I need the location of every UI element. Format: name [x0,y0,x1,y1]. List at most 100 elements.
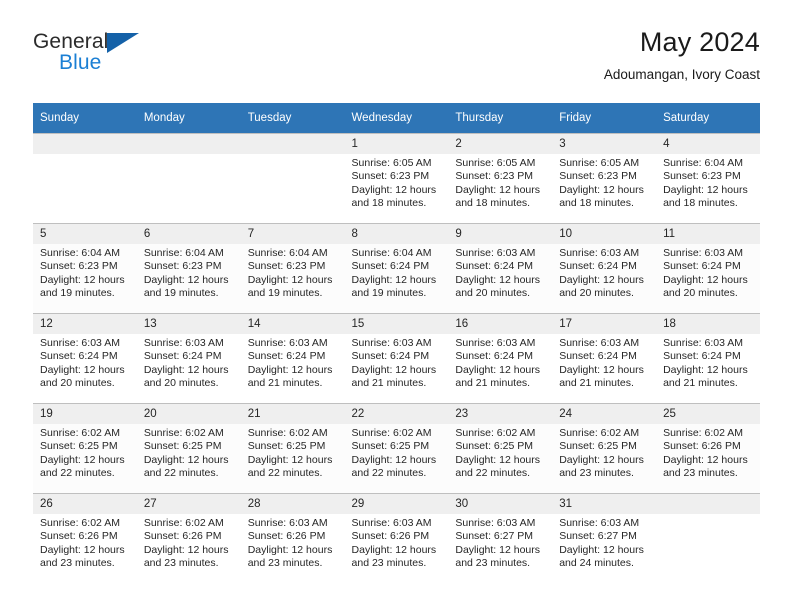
daylight-text-line1: Daylight: 12 hours [351,183,437,196]
day-cell-inner: 14 Sunrise: 6:03 AM Sunset: 6:24 PM Dayligh… [240,313,345,403]
sunrise-text: Sunrise: 6:04 AM [40,247,120,259]
calendar-day-cell[interactable]: 15 Sunrise: 6:03 AM Sunset: 6:24 PM Dayligh… [344,313,449,403]
calendar-day-cell[interactable]: 6 Sunrise: 6:04 AM Sunset: 6:23 PM Daylight… [136,223,241,313]
calendar-day-cell[interactable]: 5 Sunrise: 6:04 AM Sunset: 6:23 PM Daylight… [33,223,137,313]
day-number: 25 [656,404,760,424]
calendar-day-cell[interactable]: 14 Sunrise: 6:03 AM Sunset: 6:24 PM Dayligh… [240,313,345,403]
day-number: 23 [448,404,553,424]
calendar-day-cell[interactable]: 22 Sunrise: 6:02 AM Sunset: 6:25 PM Dayligh… [344,403,449,493]
calendar-day-cell[interactable]: 4 Sunrise: 6:04 AM Sunset: 6:23 PM Daylight… [656,133,760,223]
daylight-text-line2: and 21 minutes. [455,377,531,390]
calendar-day-cell[interactable]: 7 Sunrise: 6:04 AM Sunset: 6:23 PM Daylight… [240,223,345,313]
day-cell-inner: 29 Sunrise: 6:03 AM Sunset: 6:26 PM Dayligh… [344,493,449,583]
calendar-cell-empty [33,133,137,223]
calendar-day-cell[interactable]: 23 Sunrise: 6:02 AM Sunset: 6:25 PM Dayligh… [448,403,553,493]
sunrise-text: Sunrise: 6:04 AM [663,157,744,169]
sunset-text: Sunset: 6:26 PM [351,530,430,543]
sunrise-text: Sunrise: 6:03 AM [247,517,328,529]
day-number: 26 [33,494,137,514]
calendar-day-cell[interactable]: 16 Sunrise: 6:03 AM Sunset: 6:24 PM Dayligh… [448,313,553,403]
day-number: 3 [552,134,657,154]
sunrise-text: Sunrise: 6:03 AM [143,337,224,349]
day-cell-inner: 21 Sunrise: 6:02 AM Sunset: 6:25 PM Dayligh… [240,403,345,493]
sunset-text: Sunset: 6:25 PM [247,440,326,453]
day-details: Sunrise: 6:05 AM Sunset: 6:23 PM Daylight:… [345,154,449,211]
day-details: Sunrise: 6:02 AM Sunset: 6:26 PM Daylight:… [137,514,241,571]
calendar-body: 1 Sunrise: 6:05 AM Sunset: 6:23 PM Daylight… [33,133,760,583]
calendar-day-cell[interactable]: 13 Sunrise: 6:03 AM Sunset: 6:24 PM Dayligh… [136,313,241,403]
daylight-text-line2: and 21 minutes. [559,377,634,390]
day-number: 14 [240,314,345,334]
general-blue-logo[interactable]: General Blue [33,30,163,80]
calendar-day-cell[interactable]: 8 Sunrise: 6:04 AM Sunset: 6:24 PM Daylight… [344,223,449,313]
day-number: 8 [344,224,449,244]
calendar-day-cell[interactable]: 31 Sunrise: 6:03 AM Sunset: 6:27 PM Dayligh… [552,493,657,583]
day-details: Sunrise: 6:02 AM Sunset: 6:26 PM Daylight:… [656,424,760,481]
calendar-day-cell[interactable]: 17 Sunrise: 6:03 AM Sunset: 6:24 PM Dayligh… [552,313,657,403]
calendar-cell-empty [240,133,345,223]
daylight-text-line2: and 22 minutes. [455,467,531,480]
calendar-day-cell[interactable]: 1 Sunrise: 6:05 AM Sunset: 6:23 PM Daylight… [344,133,449,223]
day-number [240,134,345,154]
day-number: 9 [448,224,553,244]
calendar-day-cell[interactable]: 27 Sunrise: 6:02 AM Sunset: 6:26 PM Dayligh… [136,493,241,583]
day-details: Sunrise: 6:03 AM Sunset: 6:24 PM Daylight:… [552,244,656,301]
calendar-grid: Sunday Monday Tuesday Wednesday Thursday… [33,103,760,583]
calendar-day-cell[interactable]: 21 Sunrise: 6:02 AM Sunset: 6:25 PM Dayligh… [240,403,345,493]
day-cell-inner: 20 Sunrise: 6:02 AM Sunset: 6:25 PM Dayligh… [136,403,241,493]
calendar-day-cell[interactable]: 12 Sunrise: 6:03 AM Sunset: 6:24 PM Dayligh… [33,313,137,403]
day-cell-inner: 23 Sunrise: 6:02 AM Sunset: 6:25 PM Dayligh… [448,403,553,493]
calendar-day-cell[interactable]: 20 Sunrise: 6:02 AM Sunset: 6:25 PM Dayligh… [136,403,241,493]
day-cell-inner: 24 Sunrise: 6:02 AM Sunset: 6:25 PM Dayligh… [552,403,657,493]
day-details: Sunrise: 6:02 AM Sunset: 6:25 PM Daylight:… [448,424,552,481]
day-details: Sunrise: 6:02 AM Sunset: 6:26 PM Daylight:… [33,514,137,571]
day-cell-inner: 27 Sunrise: 6:02 AM Sunset: 6:26 PM Dayligh… [136,493,241,583]
sunrise-text: Sunrise: 6:02 AM [40,427,120,439]
calendar-day-cell[interactable]: 25 Sunrise: 6:02 AM Sunset: 6:26 PM Dayligh… [656,403,760,493]
calendar-day-cell[interactable]: 28 Sunrise: 6:03 AM Sunset: 6:26 PM Dayligh… [240,493,345,583]
day-number: 13 [136,314,241,334]
calendar-day-cell[interactable]: 10 Sunrise: 6:03 AM Sunset: 6:24 PM Dayligh… [552,223,657,313]
calendar-day-cell[interactable]: 24 Sunrise: 6:02 AM Sunset: 6:25 PM Dayligh… [552,403,657,493]
daylight-text-line2: and 20 minutes. [663,287,738,300]
day-cell-inner [33,133,137,223]
day-details: Sunrise: 6:03 AM Sunset: 6:24 PM Daylight:… [448,244,552,301]
sunrise-text: Sunrise: 6:03 AM [559,337,640,349]
day-cell-inner: 13 Sunrise: 6:03 AM Sunset: 6:24 PM Dayligh… [136,313,241,403]
calendar-day-cell[interactable]: 2 Sunrise: 6:05 AM Sunset: 6:23 PM Daylight… [448,133,553,223]
day-cell-inner: 2 Sunrise: 6:05 AM Sunset: 6:23 PM Daylight… [448,133,553,223]
day-details: Sunrise: 6:03 AM Sunset: 6:26 PM Daylight:… [241,514,345,571]
calendar-cell-empty [656,493,760,583]
daylight-text-line1: Daylight: 12 hours [455,453,541,466]
sunrise-text: Sunrise: 6:03 AM [663,247,744,259]
calendar-day-cell[interactable]: 9 Sunrise: 6:03 AM Sunset: 6:24 PM Daylight… [448,223,553,313]
calendar-day-cell[interactable]: 19 Sunrise: 6:02 AM Sunset: 6:25 PM Dayligh… [33,403,137,493]
weekday-header-saturday: Saturday [656,103,760,133]
sunset-text: Sunset: 6:23 PM [247,260,326,273]
sunset-text: Sunset: 6:24 PM [143,350,222,363]
day-details: Sunrise: 6:03 AM Sunset: 6:24 PM Daylight:… [656,334,760,391]
day-details: Sunrise: 6:04 AM Sunset: 6:24 PM Daylight:… [345,244,449,301]
sunset-text: Sunset: 6:27 PM [455,530,534,543]
day-cell-inner: 12 Sunrise: 6:03 AM Sunset: 6:24 PM Dayligh… [33,313,137,403]
day-number: 10 [552,224,657,244]
calendar-day-cell[interactable]: 30 Sunrise: 6:03 AM Sunset: 6:27 PM Dayligh… [448,493,553,583]
day-cell-inner: 28 Sunrise: 6:03 AM Sunset: 6:26 PM Dayligh… [240,493,345,583]
sunset-text: Sunset: 6:24 PM [351,350,430,363]
calendar-day-cell[interactable]: 29 Sunrise: 6:03 AM Sunset: 6:26 PM Dayligh… [344,493,449,583]
calendar-day-cell[interactable]: 3 Sunrise: 6:05 AM Sunset: 6:23 PM Daylight… [552,133,657,223]
sunset-text: Sunset: 6:24 PM [455,350,534,363]
calendar-day-cell[interactable]: 18 Sunrise: 6:03 AM Sunset: 6:24 PM Dayligh… [656,313,760,403]
sunset-text: Sunset: 6:26 PM [663,440,741,453]
daylight-text-line2: and 20 minutes. [559,287,634,300]
calendar-day-cell[interactable]: 26 Sunrise: 6:02 AM Sunset: 6:26 PM Dayligh… [33,493,137,583]
daylight-text-line1: Daylight: 12 hours [663,453,748,466]
daylight-text-line1: Daylight: 12 hours [455,273,541,286]
calendar-day-cell[interactable]: 11 Sunrise: 6:03 AM Sunset: 6:24 PM Dayligh… [656,223,760,313]
calendar-week-row: 19 Sunrise: 6:02 AM Sunset: 6:25 PM Dayligh… [33,403,760,493]
day-number: 15 [344,314,449,334]
day-details: Sunrise: 6:04 AM Sunset: 6:23 PM Daylight:… [656,154,760,211]
sunrise-text: Sunrise: 6:05 AM [455,157,536,169]
sunset-text: Sunset: 6:26 PM [40,530,118,543]
daylight-text-line2: and 23 minutes. [351,557,427,570]
